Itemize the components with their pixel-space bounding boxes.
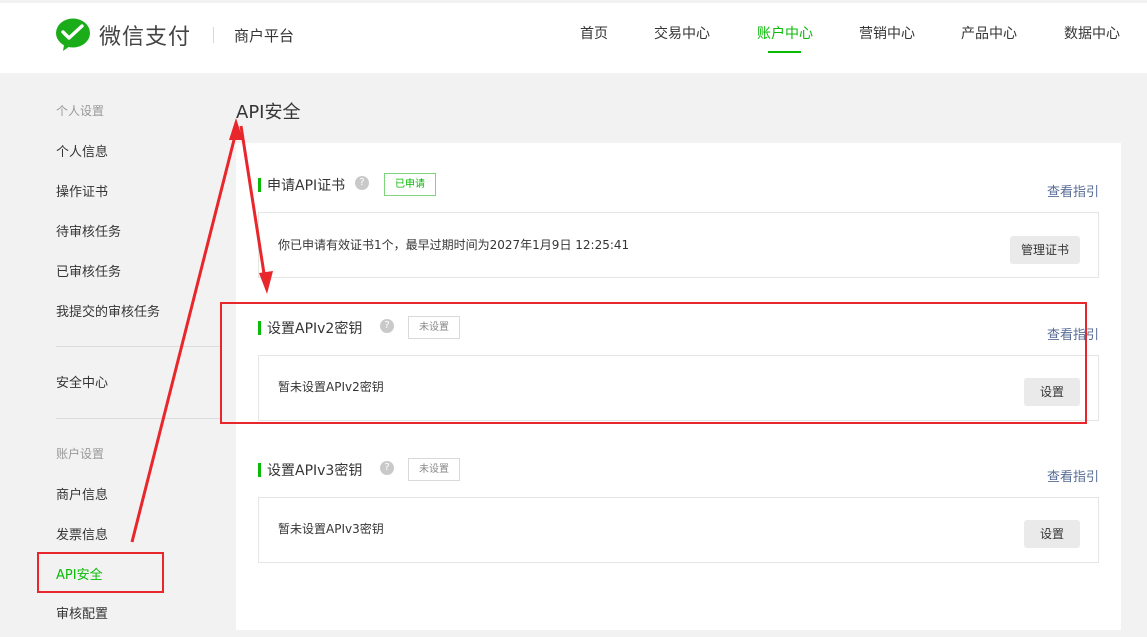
nav-active-indicator xyxy=(768,51,801,53)
set-apiv3-key-button[interactable]: 设置 xyxy=(1024,520,1080,548)
apiv3-status-text: 暂未设置APIv3密钥 xyxy=(278,522,384,536)
header-divider xyxy=(213,27,215,43)
platform-name: 商户平台 xyxy=(234,26,295,45)
annotation-highlight-api-security xyxy=(37,552,164,593)
nav-product[interactable]: 产品中心 xyxy=(961,23,1017,43)
brand-name: 微信支付 xyxy=(99,25,192,50)
manage-certificate-button[interactable]: 管理证书 xyxy=(1010,236,1080,264)
logo[interactable]: 微信支付 商户平台 xyxy=(55,18,294,52)
nav-trade[interactable]: 交易中心 xyxy=(654,23,710,43)
page-title: API安全 xyxy=(236,102,301,123)
top-header: 微信支付 商户平台 首页 交易中心 账户中心 营销中心 产品中心 数据中心 xyxy=(0,0,1147,73)
sidebar-item-merchant-info[interactable]: 商户信息 xyxy=(56,484,108,503)
help-icon[interactable]: ? xyxy=(355,176,369,190)
section-title-api-cert: 申请API证书 xyxy=(258,175,345,195)
sidebar-item-security-center[interactable]: 安全中心 xyxy=(56,372,108,391)
sidebar-item-pending-tasks[interactable]: 待审核任务 xyxy=(56,221,121,240)
section-accent-bar xyxy=(258,463,261,477)
section-accent-bar xyxy=(258,178,261,192)
sidebar-group-personal: 个人设置 xyxy=(56,104,105,118)
sidebar-divider xyxy=(56,418,220,419)
wechat-pay-logo-icon xyxy=(56,18,90,51)
annotation-highlight-apiv2 xyxy=(220,302,1087,424)
view-guide-link[interactable]: 查看指引 xyxy=(1047,181,1099,200)
sidebar-group-account: 账户设置 xyxy=(56,447,105,461)
sidebar-item-submitted-tasks[interactable]: 我提交的审核任务 xyxy=(56,301,160,320)
section-title-text: 设置APIv3密钥 xyxy=(267,463,363,479)
nav-marketing[interactable]: 营销中心 xyxy=(859,23,915,43)
nav-data[interactable]: 数据中心 xyxy=(1064,23,1120,43)
help-icon[interactable]: ? xyxy=(380,461,394,475)
sidebar-item-invoice-info[interactable]: 发票信息 xyxy=(56,524,108,543)
view-guide-link[interactable]: 查看指引 xyxy=(1047,466,1099,485)
nav-account[interactable]: 账户中心 xyxy=(757,23,813,43)
status-badge: 已申请 xyxy=(384,173,436,196)
cert-status-text: 你已申请有效证书1个，最早过期时间为2027年1月9日 12:25:41 xyxy=(278,238,630,252)
sidebar-item-certificate[interactable]: 操作证书 xyxy=(56,181,108,200)
section-title-text: 申请API证书 xyxy=(267,178,346,194)
sidebar-item-personal-info[interactable]: 个人信息 xyxy=(56,141,108,160)
sidebar-item-reviewed-tasks[interactable]: 已审核任务 xyxy=(56,261,121,280)
section-title-apiv3: 设置APIv3密钥 xyxy=(258,460,362,480)
sidebar-item-review-config[interactable]: 审核配置 xyxy=(56,603,108,622)
nav-home[interactable]: 首页 xyxy=(580,23,608,43)
section-box-apiv3 xyxy=(258,497,1099,563)
status-badge: 未设置 xyxy=(408,458,460,481)
sidebar-divider xyxy=(56,346,220,347)
